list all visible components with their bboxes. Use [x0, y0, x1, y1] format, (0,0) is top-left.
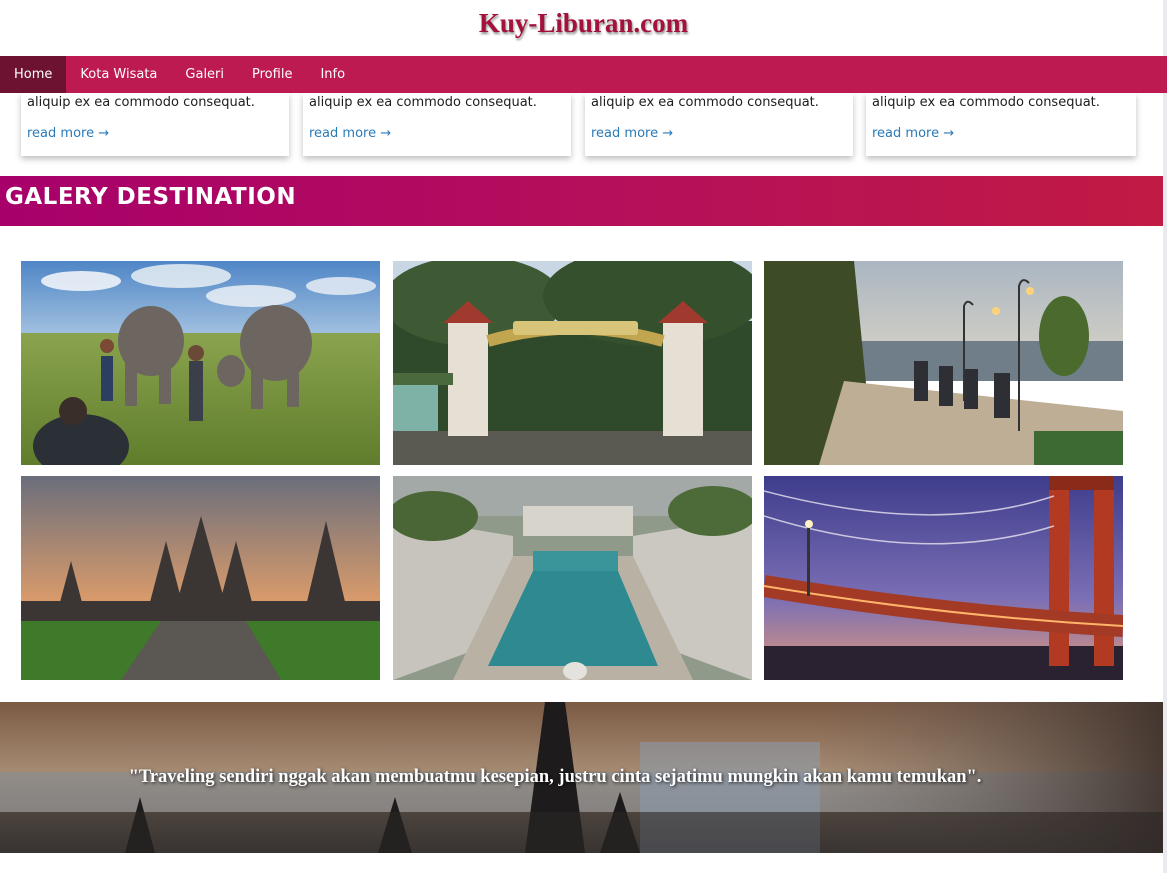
site-header: Kuy-Liburan.com [0, 0, 1167, 56]
destination-cards: aliquip ex ea commodo consequat. read mo… [0, 93, 1167, 159]
elephant-park-photo[interactable] [21, 261, 380, 465]
destination-card: aliquip ex ea commodo consequat. read mo… [21, 93, 289, 156]
site-title[interactable]: Kuy-Liburan.com [0, 0, 1167, 46]
nav-item-info[interactable]: Info [306, 56, 359, 93]
card-excerpt: aliquip ex ea commodo consequat. [872, 95, 1100, 110]
nav-item-home[interactable]: Home [0, 56, 67, 93]
main-navbar: Home Kota Wisata Galeri Profile Info [0, 56, 1167, 93]
nav-item-kota-wisata[interactable]: Kota Wisata [66, 56, 171, 93]
destination-card: aliquip ex ea commodo consequat. read mo… [585, 93, 853, 156]
read-more-link[interactable]: read more → [27, 126, 283, 141]
read-more-link[interactable]: read more → [309, 126, 565, 141]
gallery-title: GALERY DESTINATION [5, 184, 297, 210]
read-more-link[interactable]: read more → [591, 126, 847, 141]
scrollbar-track[interactable] [1163, 0, 1167, 873]
prambanan-temple-photo[interactable] [21, 476, 380, 680]
card-excerpt: aliquip ex ea commodo consequat. [591, 95, 819, 110]
destination-card: aliquip ex ea commodo consequat. read mo… [866, 93, 1136, 156]
nav-item-profile[interactable]: Profile [238, 56, 306, 93]
card-excerpt: aliquip ex ea commodo consequat. [309, 95, 537, 110]
destination-card: aliquip ex ea commodo consequat. read mo… [303, 93, 571, 156]
nav-item-galeri[interactable]: Galeri [171, 56, 238, 93]
card-excerpt: aliquip ex ea commodo consequat. [27, 95, 255, 110]
gallery-header: GALERY DESTINATION [0, 176, 1163, 226]
quote-banner: "Traveling sendiri nggak akan membuatmu … [0, 702, 1167, 853]
read-more-link[interactable]: read more → [872, 126, 1130, 141]
river-bridge-photo[interactable] [764, 476, 1123, 680]
hillside-cafe-photo[interactable] [764, 261, 1123, 465]
way-kambas-gate-photo[interactable] [393, 261, 752, 465]
quote-text: "Traveling sendiri nggak akan membuatmu … [128, 767, 982, 787]
taman-sari-pool-photo[interactable] [393, 476, 752, 680]
